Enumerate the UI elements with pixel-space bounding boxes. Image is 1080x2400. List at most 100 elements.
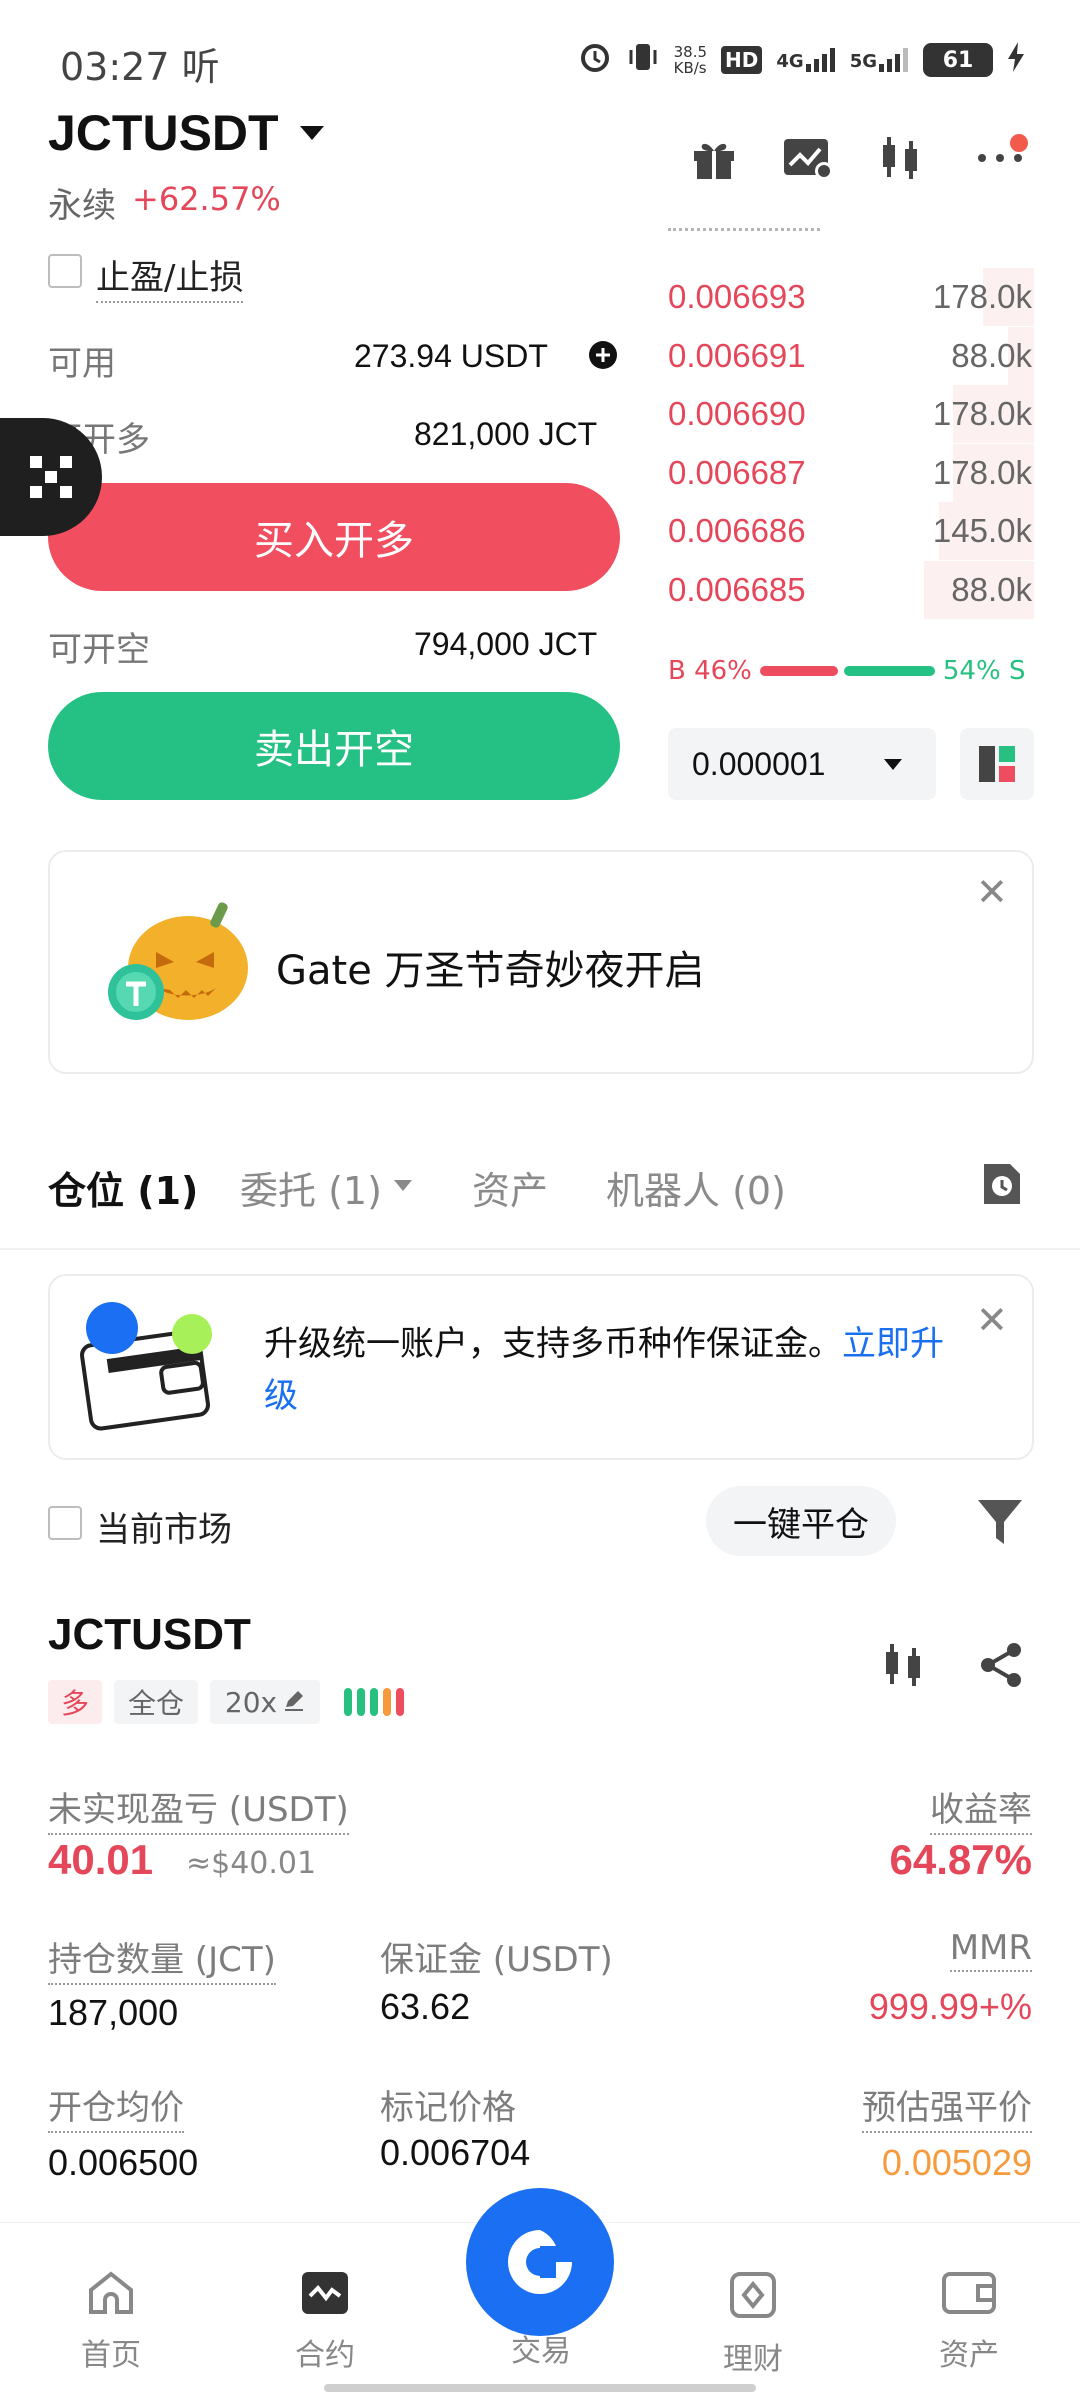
ask-price: 0.006685 (668, 570, 806, 608)
buy-ratio-label: B 46% (668, 656, 752, 686)
4g-label: 4G (776, 51, 804, 72)
share-icon[interactable] (976, 1640, 1026, 1694)
chevron-down-icon (884, 759, 902, 770)
tick-size-value: 0.000001 (692, 745, 826, 782)
ask-qty: 145.0k (932, 512, 1032, 549)
leverage-value: 20x (224, 1685, 278, 1719)
wallet-illustration (80, 1298, 230, 1442)
ask-qty: 88.0k (951, 336, 1032, 374)
tab-bots[interactable]: 机器人 (0) (606, 1160, 786, 1215)
entry-price-value: 0.006500 (48, 2142, 199, 2183)
close-icon[interactable]: ✕ (976, 870, 1008, 914)
order-book-dotted-line (668, 228, 820, 231)
net-speed-value: 38.5 (673, 43, 708, 61)
candlestick-icon[interactable] (872, 130, 928, 186)
order-book-row[interactable]: 0.006693 178.0k (668, 268, 1034, 326)
notification-dot (1010, 134, 1028, 152)
tpsl-label[interactable]: 止盈/止损 (96, 250, 244, 303)
close-icon[interactable]: ✕ (976, 1298, 1008, 1342)
history-icon[interactable] (980, 1160, 1024, 1212)
price-change: +62.57% (132, 180, 281, 218)
order-book-row[interactable]: 0.006687 178.0k (668, 443, 1034, 502)
gift-icon[interactable] (686, 130, 742, 186)
buy-open-long-button[interactable]: 买入开多 (48, 483, 620, 591)
net-speed-unit: KB/s (673, 59, 707, 77)
pumpkin-illustration (96, 892, 256, 1036)
order-book-row[interactable]: 0.006691 88.0k (668, 326, 1034, 385)
side-badge: 多 (48, 1680, 102, 1724)
layout-icon (979, 746, 1015, 782)
promo-text[interactable]: Gate 万圣节奇妙夜开启 (276, 938, 705, 996)
battery-icon: 61 (923, 43, 993, 77)
leverage-badge[interactable]: 20x (210, 1680, 320, 1724)
mmr-label[interactable]: MMR (949, 1928, 1032, 1972)
current-market-label[interactable]: 当前市场 (96, 1502, 232, 1551)
ask-qty: 178.0k (932, 395, 1032, 432)
nav-assets[interactable]: 资产 (894, 2270, 1044, 2374)
roe-value: 64.87% (889, 1836, 1032, 1883)
add-funds-icon[interactable] (588, 340, 618, 374)
tab-positions[interactable]: 仓位 (1) (48, 1160, 198, 1215)
unrealized-pnl-usd: ≈$40.01 (186, 1846, 317, 1881)
edit-icon (283, 1686, 305, 1719)
entry-price-label[interactable]: 开仓均价 (48, 2080, 184, 2133)
4g-signal: 4G (776, 48, 835, 72)
order-book-row[interactable]: 0.006685 88.0k (668, 560, 1034, 619)
nav-earn-label: 理财 (723, 2342, 783, 2377)
position-size-label[interactable]: 持仓数量 (JCT) (48, 1932, 276, 1985)
position-pair[interactable]: JCTUSDT (48, 1610, 251, 1660)
open-long-value: 821,000 JCT (414, 416, 598, 452)
ask-qty: 88.0k (951, 570, 1032, 608)
liq-price-label[interactable]: 预估强平价 (862, 2080, 1032, 2133)
nav-trade[interactable]: 交易 (466, 2326, 616, 2370)
ask-price: 0.006690 (668, 395, 806, 432)
sell-open-short-button[interactable]: 卖出开空 (48, 692, 620, 800)
pair-title[interactable]: JCTUSDT (48, 104, 279, 162)
available-value: 273.94 USDT (354, 338, 548, 374)
order-book-row[interactable]: 0.006686 145.0k (668, 502, 1034, 560)
home-icon (89, 2271, 133, 2314)
unrealized-pnl-label[interactable]: 未实现盈亏 (USDT) (48, 1782, 349, 1835)
candlestick-icon[interactable] (878, 1640, 928, 1694)
nav-earn[interactable]: 理财 (678, 2270, 828, 2378)
tick-size-select[interactable]: 0.000001 (668, 728, 936, 800)
ask-price: 0.006691 (668, 336, 806, 374)
current-market-checkbox[interactable] (48, 1506, 82, 1540)
available-label: 可用 (48, 344, 116, 384)
pair-dropdown-icon[interactable] (300, 126, 324, 140)
vibrate-icon (626, 40, 660, 80)
futures-icon (302, 2272, 348, 2314)
ask-price: 0.006693 (668, 278, 806, 315)
nav-futures[interactable]: 合约 (250, 2270, 400, 2374)
tab-assets[interactable]: 资产 (472, 1160, 548, 1215)
net-speed: 38.5 KB/s (674, 44, 707, 76)
charging-icon (1007, 42, 1025, 78)
contract-type: 永续 (48, 186, 116, 226)
earn-icon (730, 2272, 776, 2318)
order-book-row[interactable]: 0.006690 178.0k (668, 385, 1034, 443)
buy-ratio-bar (759, 666, 838, 676)
close-all-button[interactable]: 一键平仓 (706, 1486, 896, 1556)
tpsl-checkbox[interactable] (48, 254, 82, 288)
nav-home[interactable]: 首页 (36, 2270, 186, 2374)
open-short-label: 可开空 (48, 630, 150, 670)
sell-ratio-bar (843, 666, 935, 676)
order-book-layout-button[interactable] (960, 728, 1034, 800)
alarm-icon (578, 40, 612, 80)
nav-home-label: 首页 (81, 2338, 141, 2373)
nav-trade-button[interactable] (466, 2188, 614, 2336)
chart-alert-icon[interactable] (780, 130, 836, 186)
wallet-icon (942, 2272, 996, 2314)
5g-label: 5G (849, 51, 877, 72)
margin-value: 63.62 (380, 1986, 471, 2027)
open-short-value: 794,000 JCT (414, 626, 598, 662)
nav-assets-label: 资产 (939, 2338, 999, 2373)
filter-icon[interactable] (976, 1496, 1024, 1552)
buy-sell-ratio: B 46% 54% S (668, 656, 1034, 686)
chevron-down-icon[interactable] (394, 1180, 412, 1191)
roe-label[interactable]: 收益率 (930, 1782, 1032, 1835)
ask-qty: 178.0k (932, 278, 1032, 315)
status-time: 03:27 听 (60, 45, 220, 89)
tab-orders[interactable]: 委托 (1) (240, 1160, 382, 1215)
upgrade-text: 升级统一账户，支持多币种作保证金。立即升级 (264, 1318, 964, 1422)
